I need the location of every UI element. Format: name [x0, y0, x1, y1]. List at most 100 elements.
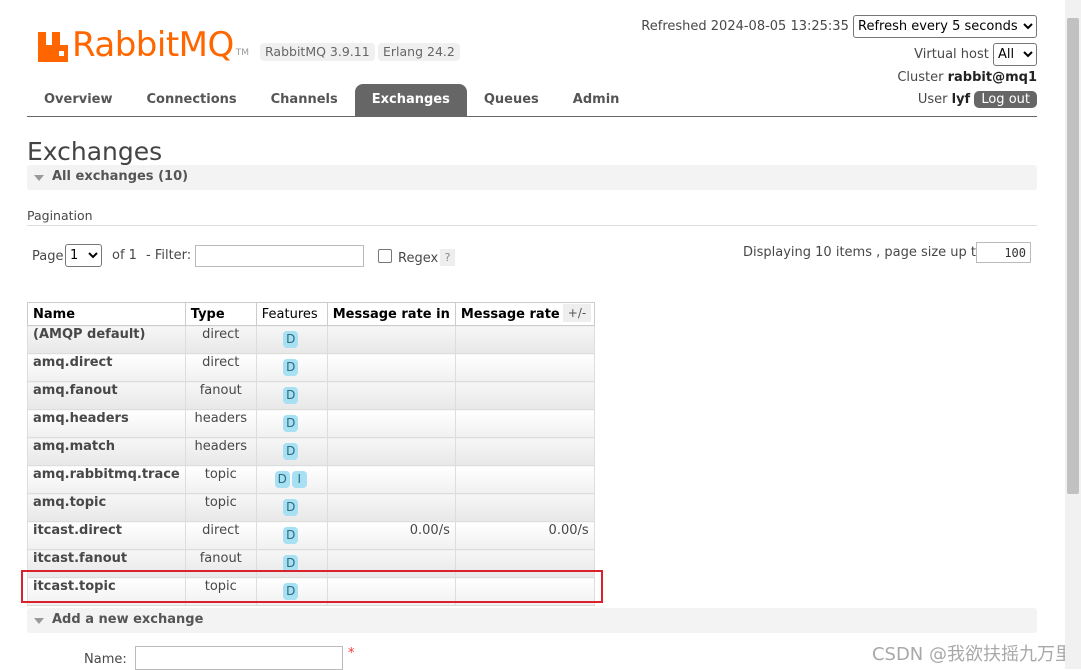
message-rate-in — [326, 381, 456, 410]
exchange-features: D — [255, 409, 328, 438]
pagination-label: Pagination — [27, 208, 93, 223]
message-rate-out: 0.00/s — [454, 521, 595, 550]
rabbit-icon — [38, 32, 68, 62]
page-size-input[interactable] — [976, 242, 1031, 263]
col-features: Features — [255, 302, 328, 326]
tab-connections[interactable]: Connections — [130, 84, 254, 116]
exchange-name-link[interactable]: itcast.direct — [27, 521, 186, 550]
name-label: Name: — [84, 652, 127, 667]
exchange-type: topic — [184, 493, 257, 522]
message-rate-in: 0.00/s — [326, 521, 456, 550]
message-rate-out — [454, 493, 595, 522]
table-row: amq.match headers D — [27, 437, 595, 466]
collapse-triangle-icon — [34, 618, 44, 624]
refreshed-time: 2024-08-05 13:25:35 — [710, 19, 849, 34]
message-rate-out — [454, 437, 595, 466]
regex-label: Regex — [398, 251, 439, 266]
message-rate-in — [326, 325, 456, 354]
page-select[interactable]: 1 — [65, 244, 102, 267]
nav-divider — [27, 116, 1037, 117]
col-name[interactable]: Name — [27, 302, 186, 326]
all-exchanges-section[interactable]: All exchanges (10) — [27, 165, 1037, 190]
exchange-type: headers — [184, 437, 257, 466]
pagination-divider — [27, 225, 1037, 226]
exchange-name-link[interactable]: (AMQP default) — [27, 325, 186, 354]
col-type[interactable]: Type — [184, 302, 257, 326]
exchange-features: DI — [255, 465, 328, 494]
add-exchange-label: Add a new exchange — [52, 612, 204, 627]
table-row: (AMQP default) direct D — [27, 325, 595, 354]
exchange-type: direct — [184, 325, 257, 354]
regex-help-icon[interactable]: ? — [440, 249, 455, 266]
exchange-type: direct — [184, 353, 257, 382]
watermark: CSDN @我欲扶摇九万里 — [871, 644, 1073, 665]
exchange-features: D — [255, 437, 328, 466]
feature-badge: D — [283, 443, 299, 460]
message-rate-in — [326, 409, 456, 438]
exchange-features: D — [255, 353, 328, 382]
vhost-area: Virtual host All — [914, 43, 1037, 66]
exchange-name-link[interactable]: amq.direct — [27, 353, 186, 382]
exchange-name-input[interactable] — [135, 646, 343, 670]
message-rate-out — [454, 325, 595, 354]
required-marker: * — [348, 646, 355, 661]
message-rate-out — [454, 465, 595, 494]
logo-tm: TM — [235, 48, 250, 58]
tab-overview[interactable]: Overview — [27, 84, 130, 116]
regex-checkbox[interactable] — [378, 249, 392, 263]
exchange-name-link[interactable]: amq.match — [27, 437, 186, 466]
page-title: Exchanges — [27, 137, 163, 166]
table-row: amq.topic topic D — [27, 493, 595, 522]
page-of-label: of 1 — [112, 248, 137, 263]
feature-badge: D — [283, 387, 299, 404]
tab-exchanges[interactable]: Exchanges — [354, 84, 467, 116]
add-exchange-section[interactable]: Add a new exchange — [27, 608, 1037, 633]
user-value: lyf — [951, 92, 971, 107]
feature-badge: D — [274, 471, 290, 488]
table-row: amq.rabbitmq.trace topic D I — [27, 465, 595, 494]
feature-badge: D — [283, 415, 299, 432]
exchange-name-link[interactable]: amq.fanout — [27, 381, 186, 410]
page-label: Page — [32, 249, 64, 264]
exchange-name-link[interactable]: amq.headers — [27, 409, 186, 438]
exchange-features: D — [255, 493, 328, 522]
version-badge: RabbitMQ 3.9.11 — [260, 43, 375, 61]
exchange-name-link[interactable]: amq.topic — [27, 493, 186, 522]
feature-badge: I — [291, 471, 307, 488]
exchange-name-link[interactable]: amq.rabbitmq.trace — [27, 465, 186, 494]
cluster-info: Cluster rabbit@mq1 — [897, 70, 1037, 85]
vhost-label: Virtual host — [914, 47, 989, 62]
tab-queues[interactable]: Queues — [467, 84, 556, 116]
exchange-features: D — [255, 325, 328, 354]
feature-badge: D — [283, 331, 299, 348]
highlight-box — [21, 570, 603, 603]
message-rate-out — [454, 409, 595, 438]
exchange-type: fanout — [184, 381, 257, 410]
columns-toggle-button[interactable]: +/- — [563, 304, 591, 322]
refresh-select[interactable]: Refresh every 5 seconds — [853, 15, 1037, 38]
feature-badge: D — [283, 359, 299, 376]
message-rate-in — [326, 437, 456, 466]
user-info: User lyf Log out — [918, 91, 1037, 108]
tab-admin[interactable]: Admin — [556, 84, 637, 116]
all-exchanges-label: All exchanges (10) — [52, 169, 189, 184]
logout-button[interactable]: Log out — [974, 91, 1037, 108]
table-row: amq.direct direct D — [27, 353, 595, 382]
col-rate-in[interactable]: Message rate in — [326, 302, 456, 326]
scrollbar-thumb[interactable] — [1067, 18, 1079, 494]
exchange-features: D — [255, 521, 328, 550]
displaying-text: Displaying 10 items , page size up to: — [743, 245, 989, 260]
exchange-type: headers — [184, 409, 257, 438]
table-row: amq.headers headers D — [27, 409, 595, 438]
main-nav: Overview Connections Channels Exchanges … — [27, 84, 636, 116]
exchanges-table: Name Type Features Message rate in Messa… — [27, 302, 595, 606]
rabbitmq-logo: RabbitMQ TM — [38, 22, 249, 62]
vhost-select[interactable]: All — [993, 43, 1037, 66]
filter-label: - Filter: — [146, 248, 192, 263]
table-row: itcast.direct direct D 0.00/s 0.00/s — [27, 521, 595, 550]
tab-channels[interactable]: Channels — [254, 84, 355, 116]
message-rate-in — [326, 493, 456, 522]
refreshed-label: Refreshed — [641, 19, 707, 34]
feature-badge: D — [283, 527, 299, 544]
filter-input[interactable] — [195, 245, 364, 267]
